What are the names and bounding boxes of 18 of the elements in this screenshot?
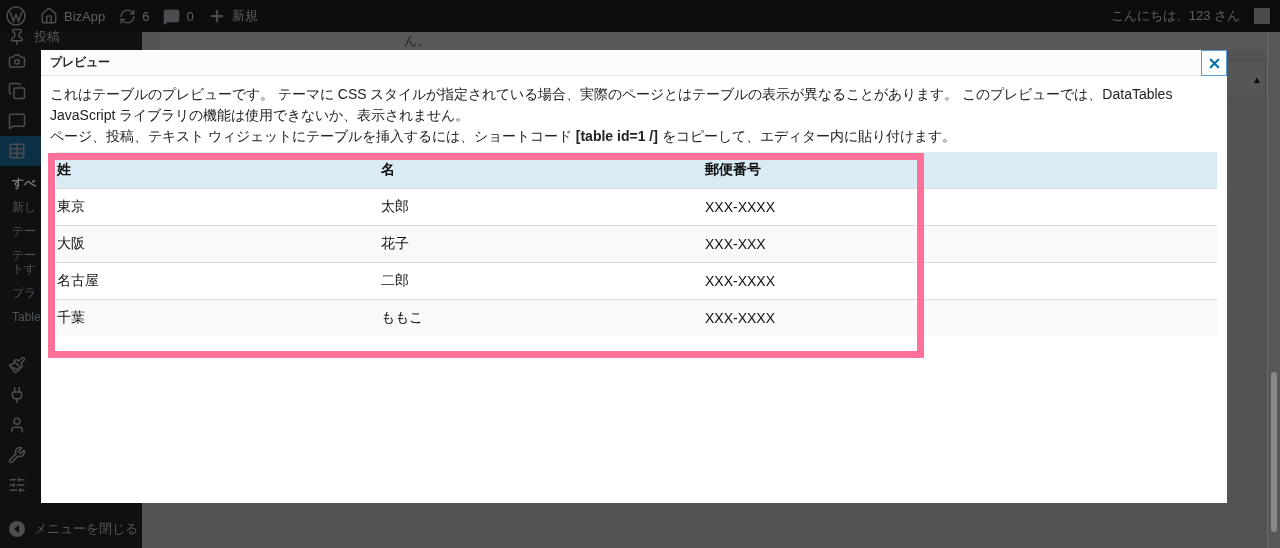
table-cell-text: 花子	[380, 235, 410, 253]
table-cell-text: XXX-XXXX	[704, 199, 777, 215]
column-header: 郵便番号	[704, 161, 762, 179]
table-cell-text: 二郎	[380, 272, 410, 290]
column-header: 姓	[56, 161, 72, 179]
table-cell-text: 名古屋	[56, 272, 100, 290]
table-cell-text: 東京	[56, 198, 86, 216]
table-cell-text: XXX-XXXX	[704, 310, 777, 326]
description-text: これはテーブルのプレビューです。 テーマに CSS スタイルが指定されている場合、実際のページとはテーブルの表示が異なることがあります。 このプレビューでは、DataTables JavaScript ライブラリの機能は使用できないか、表示されません。	[50, 85, 1174, 125]
dialog-title: プレビュー	[50, 54, 110, 71]
description-text: ページ、投稿、テキスト ウィジェットにテーブルを挿入するには、ショートコード [table id=1 /] をコピーして、エディター内に貼り付けます。	[50, 127, 957, 146]
table-cell-text: XXX-XXXX	[704, 273, 777, 289]
table-cell-text: 大阪	[56, 235, 86, 253]
table-cell-text: ももこ	[380, 309, 424, 327]
column-header: 名	[380, 161, 396, 179]
table-cell-text: 太郎	[380, 198, 410, 216]
table-cell-text: 千葉	[56, 309, 86, 327]
table-cell-text: XXX-XXX	[704, 236, 767, 252]
